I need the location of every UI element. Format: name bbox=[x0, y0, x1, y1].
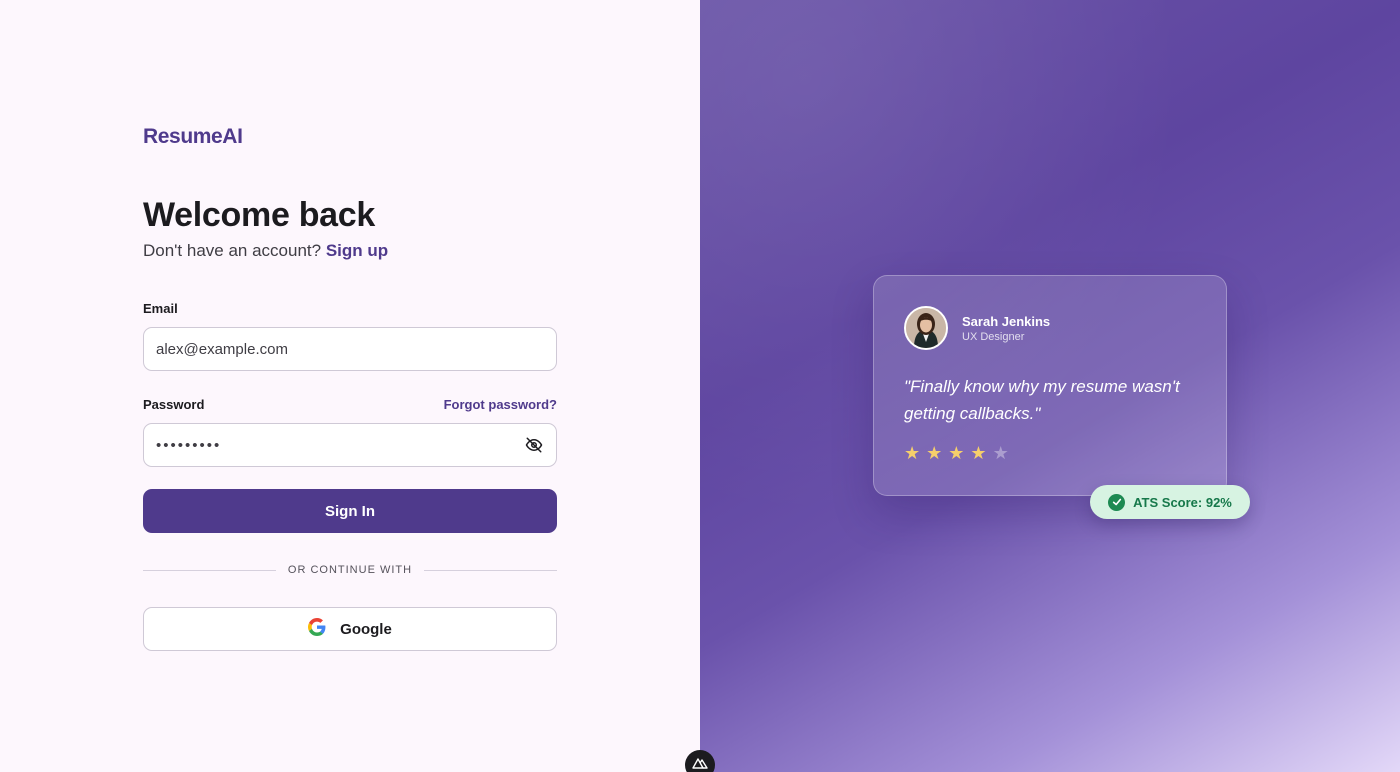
testimonial-quote: "Finally know why my resume wasn't getti… bbox=[904, 377, 1180, 423]
divider-line-right bbox=[424, 569, 557, 571]
star-icon: ★ bbox=[904, 443, 921, 463]
star-rating: ★ ★ ★ ★ ★ bbox=[904, 443, 1196, 463]
google-logo-icon bbox=[308, 618, 326, 640]
sign-in-button[interactable]: Sign In bbox=[143, 489, 557, 533]
star-icon: ★ bbox=[992, 443, 1009, 463]
nuxt-devtools-icon[interactable] bbox=[685, 750, 715, 772]
signup-prompt-text: Don't have an account? bbox=[143, 241, 322, 260]
check-circle-icon bbox=[1108, 493, 1126, 511]
page-title: Welcome back bbox=[143, 196, 375, 234]
author-role: UX Designer bbox=[962, 330, 1025, 343]
email-input[interactable] bbox=[156, 340, 544, 358]
divider-text: OR CONTINUE WITH bbox=[287, 564, 413, 576]
password-label: Password bbox=[143, 396, 205, 412]
signup-prompt: Don't have an account? Sign up bbox=[143, 239, 557, 263]
email-label: Email bbox=[143, 300, 178, 316]
star-icon: ★ bbox=[970, 443, 987, 463]
author-info: Sarah Jenkins UX Designer bbox=[962, 314, 1050, 343]
author-name: Sarah Jenkins bbox=[962, 313, 1051, 329]
ats-score-badge: ATS Score: 92% bbox=[1090, 485, 1250, 519]
google-button-label: Google bbox=[340, 620, 392, 638]
password-value[interactable]: ••••••••• bbox=[156, 437, 221, 454]
avatar bbox=[904, 306, 948, 350]
password-label-row: Password Forgot password? bbox=[143, 394, 557, 414]
password-field[interactable]: ••••••••• bbox=[143, 423, 557, 467]
google-sign-in-button[interactable]: Google bbox=[143, 607, 557, 651]
login-panel: ResumeAI Welcome back Don't have an acco… bbox=[0, 0, 700, 772]
star-icon: ★ bbox=[948, 443, 965, 463]
or-divider: OR CONTINUE WITH bbox=[143, 563, 557, 577]
divider-line-left bbox=[143, 569, 276, 571]
email-field[interactable] bbox=[143, 327, 557, 371]
ats-score-text: ATS Score: 92% bbox=[1133, 494, 1232, 510]
eye-off-icon[interactable] bbox=[524, 435, 544, 455]
star-icon: ★ bbox=[926, 443, 943, 463]
brand-logo[interactable]: ResumeAI bbox=[143, 120, 557, 154]
testimonial-author: Sarah Jenkins UX Designer bbox=[904, 306, 1196, 350]
email-label-row: Email bbox=[143, 298, 557, 318]
forgot-password-link[interactable]: Forgot password? bbox=[444, 397, 557, 412]
signup-link[interactable]: Sign up bbox=[326, 241, 388, 260]
testimonial-card: Sarah Jenkins UX Designer "Finally know … bbox=[873, 275, 1227, 496]
login-form: ResumeAI Welcome back Don't have an acco… bbox=[143, 120, 557, 651]
